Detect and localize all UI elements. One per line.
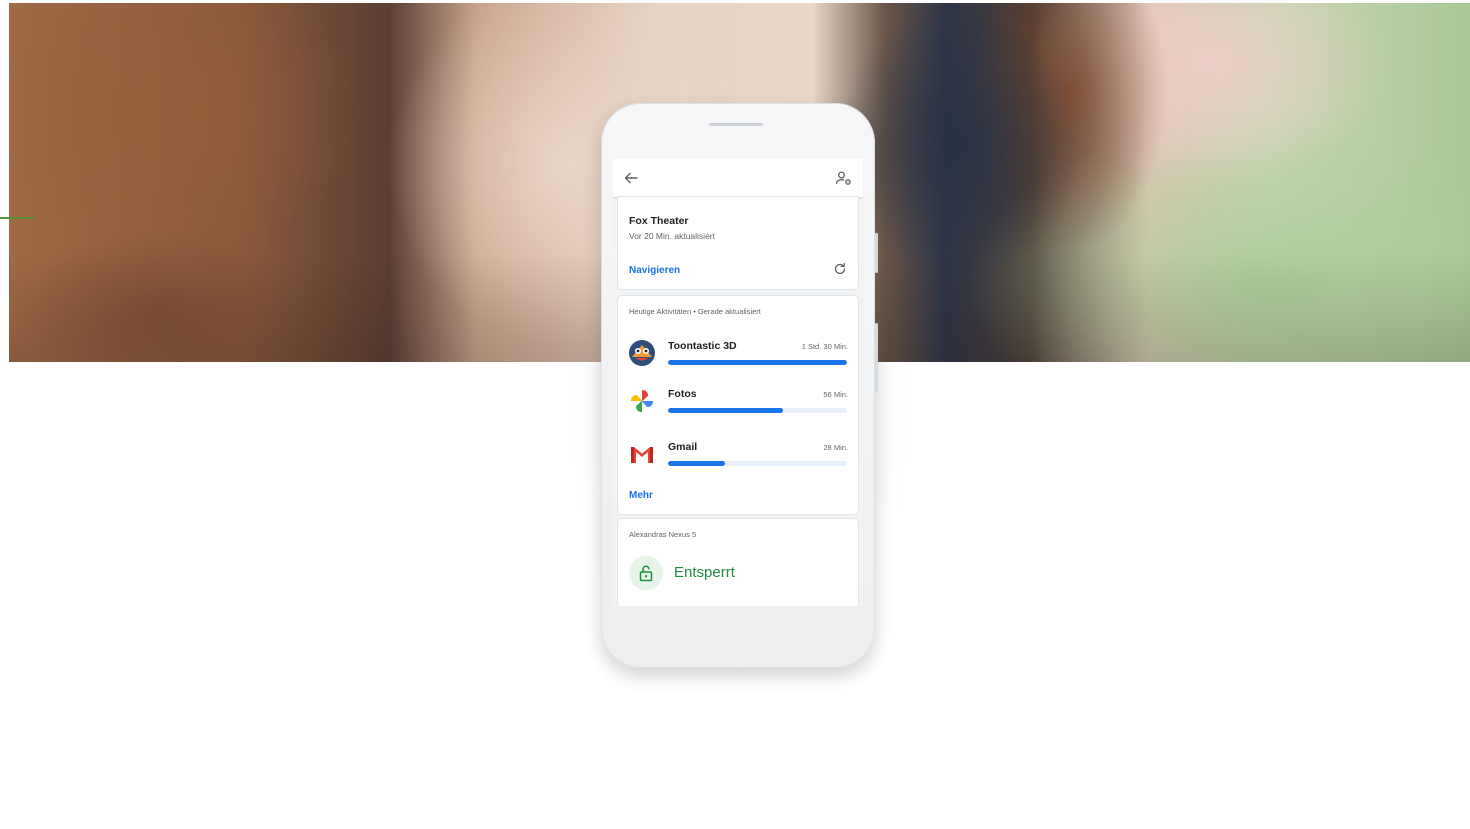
location-title: Fox Theater <box>629 215 689 227</box>
more-button[interactable]: Mehr <box>629 490 653 501</box>
photos-app-icon <box>631 390 653 412</box>
app-usage-time: 56 Min. <box>823 390 848 399</box>
phone-mockup: Fox Theater Vor 20 Min. aktualisiert Nav… <box>601 103 878 668</box>
activity-card: Heutige Aktivitäten • Gerade aktualisier… <box>618 296 858 514</box>
navigate-button[interactable]: Navigieren <box>629 265 680 276</box>
phone-side-button <box>875 233 878 273</box>
device-name: Alexandras Nexus 5 <box>629 530 697 539</box>
manage-account-icon[interactable] <box>835 170 853 186</box>
usage-bar-fill <box>668 461 726 466</box>
usage-bar-track <box>668 360 847 365</box>
usage-bar-track <box>668 461 847 466</box>
app-usage-row[interactable]: Gmail 28 Min. <box>618 437 858 477</box>
phone-speaker <box>709 123 763 126</box>
arrow-left-icon[interactable] <box>623 170 639 186</box>
app-name: Toontastic 3D <box>668 340 737 352</box>
gmail-app-icon <box>631 447 653 463</box>
app-toolbar <box>613 159 863 197</box>
usage-bar-fill <box>668 360 847 365</box>
phone-volume-button <box>875 323 878 393</box>
activity-header: Heutige Aktivitäten • Gerade aktualisier… <box>629 307 761 316</box>
app-usage-time: 28 Min. <box>823 443 848 452</box>
app-usage-row[interactable]: Toontastic 3D 1 Std. 30 Min. <box>618 336 858 376</box>
device-card: Alexandras Nexus 5 Entsperrt <box>618 519 858 606</box>
refresh-icon[interactable] <box>833 262 847 276</box>
location-updated-time: Vor 20 Min. aktualisiert <box>629 231 715 241</box>
app-name: Fotos <box>668 388 697 400</box>
toontastic-app-icon <box>629 340 655 366</box>
app-usage-time: 1 Std. 30 Min. <box>801 342 848 351</box>
phone-screen: Fox Theater Vor 20 Min. aktualisiert Nav… <box>613 159 863 606</box>
lock-open-icon <box>639 565 653 582</box>
usage-bar-track <box>668 408 847 413</box>
lock-status-text: Entsperrt <box>674 564 735 581</box>
lock-status-badge[interactable] <box>629 556 663 590</box>
app-usage-row[interactable]: Fotos 56 Min. <box>618 384 858 424</box>
usage-bar-fill <box>668 408 783 413</box>
app-name: Gmail <box>668 441 698 453</box>
side-accent-line <box>0 217 36 219</box>
location-card: Fox Theater Vor 20 Min. aktualisiert Nav… <box>618 197 858 289</box>
